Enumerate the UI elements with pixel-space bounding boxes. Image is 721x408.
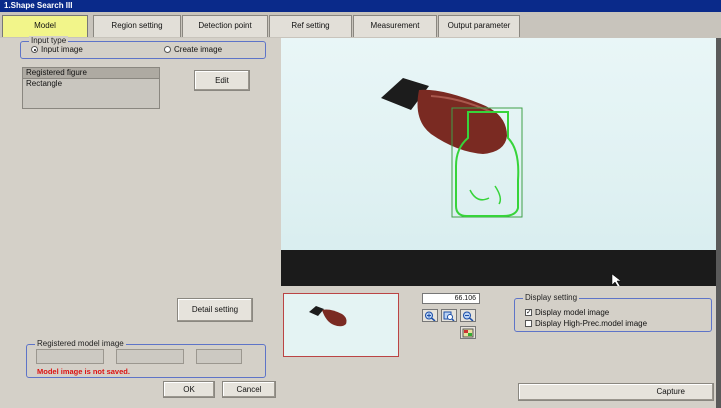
radio-create-image[interactable]: Create image bbox=[164, 45, 222, 54]
radio-input-image[interactable]: Input image bbox=[31, 45, 83, 54]
edit-button[interactable]: Edit bbox=[194, 70, 250, 91]
thumb-handle bbox=[309, 306, 324, 316]
zoom-out-icon bbox=[463, 311, 474, 321]
cancel-button[interactable]: Cancel bbox=[222, 381, 276, 398]
tab-detection-point[interactable]: Detection point bbox=[182, 15, 268, 37]
image-select-button[interactable] bbox=[460, 326, 476, 339]
registered-figure-list[interactable]: Registered figure Rectangle bbox=[22, 67, 160, 109]
zoom-in-button[interactable] bbox=[422, 309, 438, 322]
model-image-field-2 bbox=[116, 349, 184, 364]
window-edge bbox=[716, 38, 721, 408]
model-figure-detail bbox=[469, 185, 502, 205]
tab-region-setting[interactable]: Region setting bbox=[93, 15, 181, 37]
detail-setting-button[interactable]: Detail setting bbox=[177, 298, 253, 322]
radio-input-image-label: Input image bbox=[41, 45, 83, 54]
model-thumbnail[interactable] bbox=[283, 293, 399, 357]
title-bar: 1.Shape Search III bbox=[0, 0, 721, 12]
zoom-value: 66.106 bbox=[422, 293, 480, 304]
input-type-group: Input type Input image Create image bbox=[20, 36, 266, 59]
camera-dark-band bbox=[281, 250, 716, 286]
radio-create-image-label: Create image bbox=[174, 45, 223, 54]
display-model-image-label: Display model image bbox=[535, 308, 610, 317]
model-status-text: Model image is not saved. bbox=[37, 367, 130, 376]
camera-image bbox=[281, 78, 716, 286]
camera-image-view[interactable] bbox=[281, 38, 716, 286]
tab-measurement[interactable]: Measurement bbox=[353, 15, 437, 37]
radio-selected-icon bbox=[31, 46, 38, 53]
display-model-image-checkbox[interactable]: ✓ Display model image bbox=[525, 308, 609, 317]
display-high-prec-label: Display High-Prec.model image bbox=[535, 319, 648, 328]
radio-unselected-icon bbox=[164, 46, 171, 53]
thumb-body bbox=[322, 309, 347, 327]
zoom-fit-button[interactable] bbox=[441, 309, 457, 322]
capture-button[interactable]: Capture bbox=[518, 383, 714, 401]
shape-search-window: 1.Shape Search III Model Region setting … bbox=[0, 0, 721, 408]
tab-bar: Model Region setting Detection point Ref… bbox=[0, 12, 721, 38]
registered-figure-header: Registered figure bbox=[23, 68, 159, 79]
display-setting-group: Display setting ✓ Display model image Di… bbox=[514, 293, 712, 332]
tab-output-parameter[interactable]: Output parameter bbox=[438, 15, 520, 37]
model-image-field-3 bbox=[196, 349, 242, 364]
zoom-fit-icon bbox=[443, 311, 455, 321]
checkbox-unchecked-icon bbox=[525, 320, 532, 327]
model-image-field-1 bbox=[36, 349, 104, 364]
checkbox-checked-icon: ✓ bbox=[525, 309, 532, 316]
image-select-icon bbox=[462, 328, 474, 337]
display-high-prec-checkbox[interactable]: Display High-Prec.model image bbox=[525, 319, 647, 328]
tab-model[interactable]: Model bbox=[2, 15, 88, 37]
registered-model-image-title: Registered model image bbox=[35, 339, 126, 349]
tab-ref-setting[interactable]: Ref setting bbox=[269, 15, 352, 37]
display-setting-title: Display setting bbox=[523, 293, 580, 303]
list-item[interactable]: Rectangle bbox=[23, 79, 159, 89]
thumbnail-image bbox=[309, 306, 347, 327]
zoom-in-icon bbox=[425, 311, 436, 321]
ok-button[interactable]: OK bbox=[163, 381, 215, 398]
zoom-out-button[interactable] bbox=[460, 309, 476, 322]
